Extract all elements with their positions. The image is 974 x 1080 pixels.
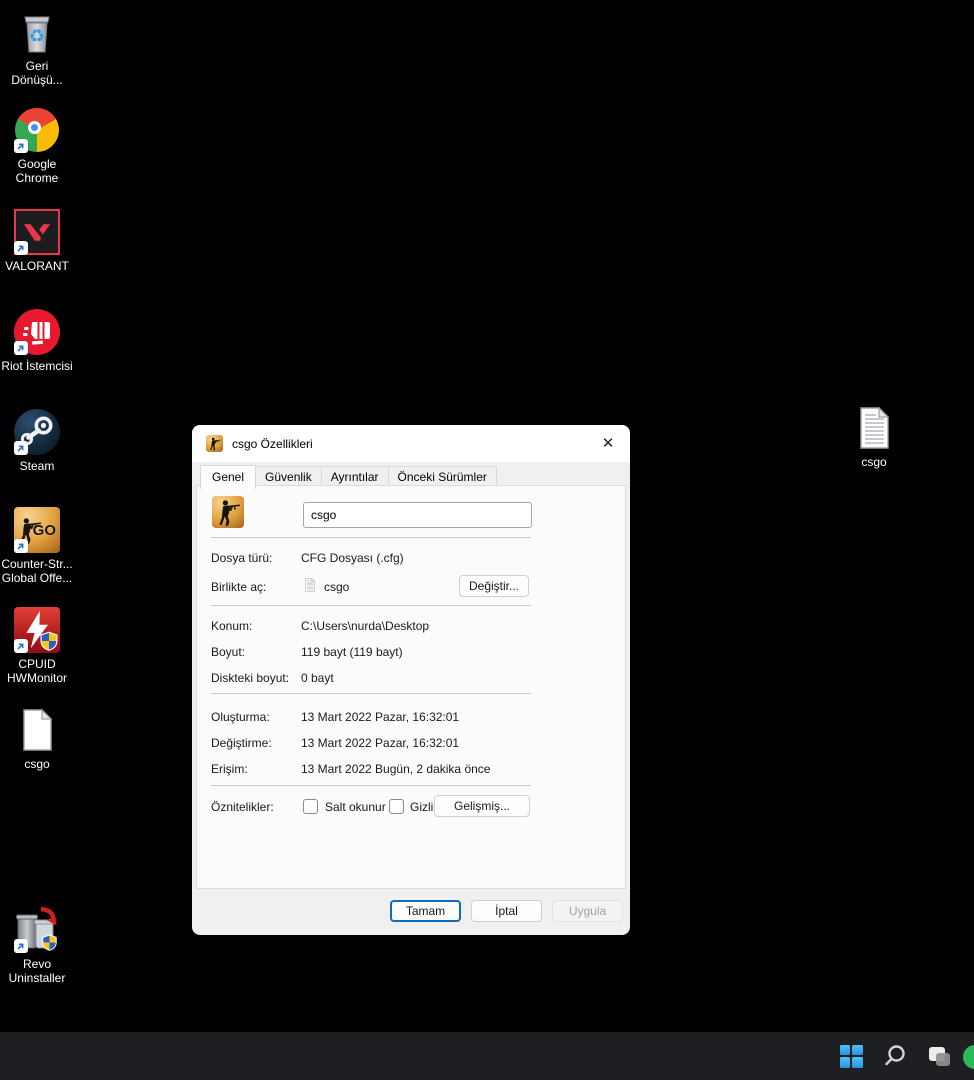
shortcut-arrow-icon	[14, 539, 28, 553]
icon-label: VALORANT	[5, 259, 69, 273]
readonly-checkbox[interactable]	[303, 799, 318, 814]
dialog-titlebar[interactable]: csgo Özellikleri ✕	[192, 425, 630, 462]
document-icon	[13, 706, 61, 754]
desktop-icon-csgo-file-right[interactable]: csgo	[836, 404, 912, 469]
icon-label: Counter-Str... Global Offe...	[1, 557, 73, 585]
change-button[interactable]: Değiştir...	[459, 575, 529, 597]
size-on-disk-value: 0 bayt	[301, 671, 334, 685]
location-label: Konum:	[211, 619, 253, 633]
icon-label: csgo	[24, 757, 50, 771]
advanced-button[interactable]: Gelişmiş...	[434, 795, 530, 817]
search-button[interactable]	[880, 1041, 910, 1071]
icon-label: Google Chrome	[15, 157, 59, 185]
readonly-checkbox-label[interactable]: Salt okunur	[325, 800, 386, 814]
size-label: Boyut:	[211, 645, 246, 659]
shortcut-arrow-icon	[14, 441, 28, 455]
desktop-icon-riot-client[interactable]: Riot İstemcisi	[0, 308, 75, 373]
filename-input[interactable]	[303, 502, 532, 528]
document-icon-small	[302, 577, 318, 593]
desktop-icon-csgo-file[interactable]: csgo	[0, 706, 75, 771]
icon-label: Steam	[19, 459, 55, 473]
properties-dialog: csgo Özellikleri ✕ Genel Güvenlik Ayrınt…	[192, 425, 630, 935]
svg-text:♻: ♻	[29, 26, 45, 47]
close-icon[interactable]: ✕	[595, 431, 621, 455]
icon-label: csgo	[861, 455, 887, 469]
dialog-button-row: Tamam İptal Uygula	[192, 889, 630, 935]
shortcut-arrow-icon	[14, 341, 28, 355]
tab-genel[interactable]: Genel	[200, 465, 257, 489]
size-on-disk-label: Diskteki boyut:	[211, 671, 290, 685]
icon-label: Geri Dönüşü...	[11, 59, 63, 87]
icon-label: Riot İstemcisi	[1, 359, 73, 373]
created-value: 13 Mart 2022 Pazar, 16:32:01	[301, 710, 460, 724]
open-with-value: csgo	[324, 580, 350, 594]
file-type-value: CFG Dosyası (.cfg)	[301, 551, 404, 565]
shortcut-arrow-icon	[14, 139, 28, 153]
hidden-checkbox[interactable]	[389, 799, 404, 814]
dialog-title: csgo Özellikleri	[232, 436, 313, 451]
search-icon	[885, 1045, 905, 1066]
attributes-label: Öznitelikler:	[211, 800, 274, 814]
desktop-icon-revo-uninstaller[interactable]: Revo Uninstaller	[0, 906, 75, 985]
shortcut-arrow-icon	[14, 939, 28, 953]
task-view-button[interactable]	[924, 1041, 954, 1071]
separator	[211, 537, 531, 538]
location-value: C:\Users\nurda\Desktop	[301, 619, 430, 633]
accessed-label: Erişim:	[211, 762, 248, 776]
apply-button[interactable]: Uygula	[552, 900, 623, 922]
separator	[211, 785, 531, 786]
windows-start-icon	[839, 1044, 863, 1068]
size-value: 119 bayt (119 bayt)	[301, 645, 403, 659]
created-label: Oluşturma:	[211, 710, 270, 724]
csgo-file-type-icon-large	[212, 496, 244, 528]
shortcut-arrow-icon	[14, 639, 28, 653]
modified-value: 13 Mart 2022 Pazar, 16:32:01	[301, 736, 460, 750]
general-tab-page: Dosya türü: CFG Dosyası (.cfg) Birlikte …	[196, 485, 626, 889]
modified-label: Değiştirme:	[211, 736, 272, 750]
recycle-bin-icon: ♻	[24, 16, 50, 53]
separator	[211, 605, 531, 606]
desktop-icon-google-chrome[interactable]: Google Chrome	[0, 106, 75, 185]
desktop-icon-csgo-game[interactable]: GO Counter-Str... Global Offe...	[0, 506, 75, 585]
desktop-icon-valorant[interactable]: VALORANT	[0, 208, 75, 273]
uac-shield-icon	[41, 934, 58, 951]
file-type-label: Dosya türü:	[211, 551, 273, 565]
task-view-icon	[929, 1047, 950, 1066]
ok-button[interactable]: Tamam	[390, 900, 461, 922]
csgo-file-type-icon	[206, 435, 223, 452]
document-icon	[850, 404, 898, 452]
open-with-label: Birlikte aç:	[211, 580, 267, 594]
taskbar	[0, 1032, 974, 1080]
desktop-icon-cpuid-hwmonitor[interactable]: CPUID HWMonitor	[0, 606, 75, 685]
icon-label: Revo Uninstaller	[8, 957, 66, 985]
desktop-icon-recycle-bin[interactable]: ♻ Geri Dönüşü...	[0, 8, 75, 87]
start-button[interactable]	[836, 1041, 866, 1071]
separator	[211, 693, 531, 694]
icon-label: CPUID HWMonitor	[6, 657, 67, 685]
cancel-button[interactable]: İptal	[471, 900, 542, 922]
hidden-checkbox-label[interactable]: Gizli	[410, 800, 433, 814]
desktop: { "desktop": { "icons": [ { "id": "recyc…	[0, 0, 974, 1080]
app-icon-partial[interactable]	[963, 1045, 974, 1069]
desktop-icon-steam[interactable]: Steam	[0, 408, 75, 473]
accessed-value: 13 Mart 2022 Bugün, 2 dakika önce	[301, 762, 491, 776]
shortcut-arrow-icon	[14, 241, 28, 255]
